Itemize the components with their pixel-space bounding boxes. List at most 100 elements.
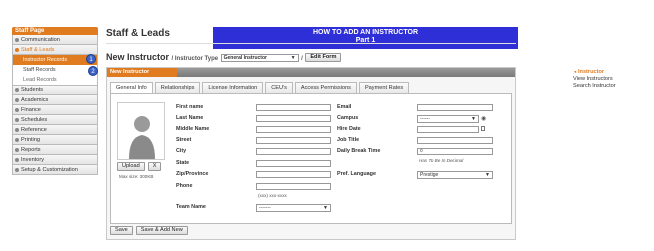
first-name-field[interactable] — [256, 104, 331, 111]
bullet-icon — [15, 97, 19, 102]
pref-language-select[interactable]: Prestige ▼ — [417, 171, 493, 179]
quick-link-instructor[interactable]: Instructor — [573, 68, 616, 76]
phone-field[interactable] — [256, 183, 331, 190]
sidebar-subitem-staff-records[interactable]: Staff Records — [12, 65, 98, 75]
photo-frame — [117, 102, 165, 160]
tab-license-information[interactable]: License Information — [202, 82, 264, 93]
bullet-icon — [15, 47, 19, 52]
state-label: State — [176, 160, 190, 166]
job-title-field[interactable] — [417, 137, 493, 144]
quick-link-search-instructor[interactable]: Search Instructor — [573, 83, 616, 90]
bullet-icon — [15, 127, 19, 132]
sidebar-item-label: Setup & Customization — [21, 166, 78, 173]
sidebar-item-label: Inventory — [21, 156, 45, 163]
header-divider — [106, 43, 516, 44]
save-button[interactable]: Save — [110, 226, 133, 235]
instructor-type-label: Instructor Type — [174, 56, 219, 62]
sidebar-item-inventory[interactable]: Inventory — [12, 155, 98, 165]
daily-break-label: Daily Break Time — [337, 148, 381, 154]
upload-photo-button[interactable]: Upload — [117, 162, 145, 171]
calendar-icon[interactable] — [481, 126, 485, 131]
tab-relationships[interactable]: Relationships — [154, 82, 201, 93]
instructor-type-select[interactable]: General Instructor ▼ — [220, 53, 299, 62]
last-name-field[interactable] — [256, 115, 331, 122]
job-title-label: Job Title — [337, 137, 360, 143]
sidebar-item-students[interactable]: Students — [12, 85, 98, 95]
form-actions: Save Save & Add New — [110, 226, 188, 235]
tab-access-permissions[interactable]: Access Permissions — [294, 82, 357, 93]
tab-bar: General Info Relationships License Infor… — [110, 82, 410, 93]
edit-form-button[interactable]: Edit Form — [305, 53, 342, 63]
city-field[interactable] — [256, 148, 331, 155]
select-value: ------- — [259, 205, 271, 211]
bullet-icon — [15, 88, 19, 92]
campus-select[interactable]: ------ ▼ — [417, 115, 479, 123]
quick-link-view-instructors[interactable]: View Instructors — [573, 76, 616, 83]
sidebar-item-label: Staff & Leads — [21, 46, 55, 53]
sidebar-item-finance[interactable]: Finance — [12, 105, 98, 115]
sidebar-item-staff-leads[interactable]: Staff & Leads — [12, 45, 98, 55]
sidebar: Staff Page Communication Staff & Leads I… — [12, 27, 98, 175]
panel-title: New Instructor — [110, 69, 150, 75]
bullet-icon — [15, 137, 19, 142]
chevron-down-icon: ▼ — [471, 116, 476, 122]
decimal-hint: Has To Be In Decimal — [419, 158, 464, 163]
sidebar-item-label: Reports — [21, 146, 41, 153]
team-name-select[interactable]: ------- ▼ — [256, 204, 331, 212]
bullet-icon — [15, 117, 19, 122]
sidebar-item-reference[interactable]: Reference — [12, 125, 98, 135]
zip-label: Zip/Province — [176, 171, 209, 177]
tab-general-info[interactable]: General Info — [110, 82, 153, 93]
daily-break-field[interactable]: 0 — [417, 148, 493, 155]
campus-label: Campus — [337, 115, 359, 121]
panel-header: New Instructor — [107, 68, 515, 77]
street-field[interactable] — [256, 137, 331, 144]
sidebar-item-communication[interactable]: Communication — [12, 35, 98, 45]
email-field[interactable] — [417, 104, 493, 111]
save-add-new-button[interactable]: Save & Add New — [135, 226, 188, 235]
last-name-label: Last Name — [176, 115, 204, 121]
sidebar-subitem-lead-records[interactable]: Lead Records — [12, 75, 98, 85]
state-field[interactable] — [256, 160, 331, 167]
hire-date-field[interactable] — [417, 126, 479, 133]
sidebar-item-label: Students — [21, 87, 44, 93]
clear-photo-button[interactable]: X — [147, 162, 162, 171]
quick-links: Instructor View Instructors Search Instr… — [573, 68, 616, 90]
phone-label: Phone — [176, 183, 193, 189]
first-name-label: First name — [176, 104, 204, 110]
sidebar-item-label: Academics — [21, 96, 49, 103]
separator: / — [301, 56, 303, 62]
new-instructor-panel: New Instructor General Info Relationship… — [106, 67, 516, 240]
middle-name-label: Middle Name — [176, 126, 210, 132]
chevron-down-icon: ▼ — [323, 205, 328, 211]
bullet-icon — [15, 37, 19, 42]
sidebar-item-label: Communication — [21, 36, 60, 43]
bullet-icon — [15, 167, 19, 172]
campus-info-icon[interactable]: ◉ — [481, 115, 486, 122]
form-title: New Instructor — [106, 52, 170, 62]
sidebar-item-setup[interactable]: Setup & Customization — [12, 165, 98, 175]
bullet-icon — [15, 157, 19, 162]
zip-field[interactable] — [256, 171, 331, 178]
sidebar-subitem-instructor-records[interactable]: Instructor Records — [12, 55, 98, 65]
team-name-label: Team Name — [176, 204, 206, 210]
general-info-form: Upload X Max size: 300KB First name Last… — [110, 93, 512, 224]
tab-ceus[interactable]: CEU's — [265, 82, 293, 93]
sidebar-item-label: Printing — [21, 136, 40, 143]
tab-payment-rates[interactable]: Payment Rates — [358, 82, 410, 93]
avatar-placeholder-icon — [129, 116, 155, 159]
select-value: Prestige — [420, 172, 439, 178]
sidebar-item-reports[interactable]: Reports — [12, 145, 98, 155]
middle-name-field[interactable] — [256, 126, 331, 133]
page-title: Staff & Leads — [106, 28, 170, 39]
sidebar-item-label: Schedules — [21, 116, 48, 123]
sidebar-item-printing[interactable]: Printing — [12, 135, 98, 145]
chevron-down-icon: ▼ — [290, 54, 296, 61]
callout-step-1: 1 — [86, 54, 96, 64]
sub-header: New Instructor / Instructor Type General… — [106, 52, 342, 63]
photo-buttons: Upload X — [117, 162, 162, 171]
street-label: Street — [176, 137, 192, 143]
sidebar-item-academics[interactable]: Academics — [12, 95, 98, 105]
sidebar-item-schedules[interactable]: Schedules — [12, 115, 98, 125]
email-label: Email — [337, 104, 352, 110]
